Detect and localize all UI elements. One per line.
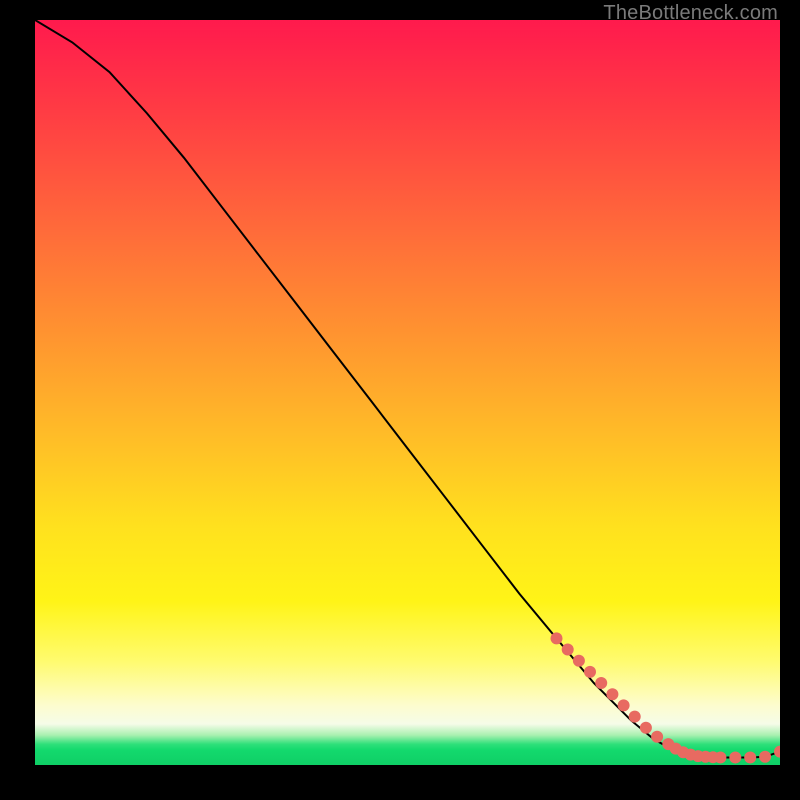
data-point: [606, 688, 618, 700]
data-point: [670, 743, 682, 755]
curve-path: [35, 20, 780, 758]
data-point: [584, 666, 596, 678]
chart-svg: [35, 20, 780, 765]
data-point: [729, 752, 741, 764]
data-point: [562, 644, 574, 656]
plot-area: [35, 20, 780, 765]
data-point: [677, 746, 689, 758]
data-point: [707, 751, 719, 763]
data-point: [662, 738, 674, 750]
data-point: [685, 749, 697, 761]
highlight-dots: [551, 632, 781, 763]
data-point: [651, 731, 663, 743]
data-point: [618, 699, 630, 711]
data-point: [692, 750, 704, 762]
chart-frame: TheBottleneck.com: [0, 0, 800, 800]
data-point: [595, 677, 607, 689]
data-point: [640, 722, 652, 734]
data-point: [629, 711, 641, 723]
data-point: [774, 746, 780, 758]
data-point: [759, 751, 771, 763]
data-point: [744, 752, 756, 764]
data-point: [551, 632, 563, 644]
data-point: [700, 751, 712, 763]
data-point: [714, 752, 726, 764]
curve-line: [35, 20, 780, 758]
data-point: [573, 655, 585, 667]
